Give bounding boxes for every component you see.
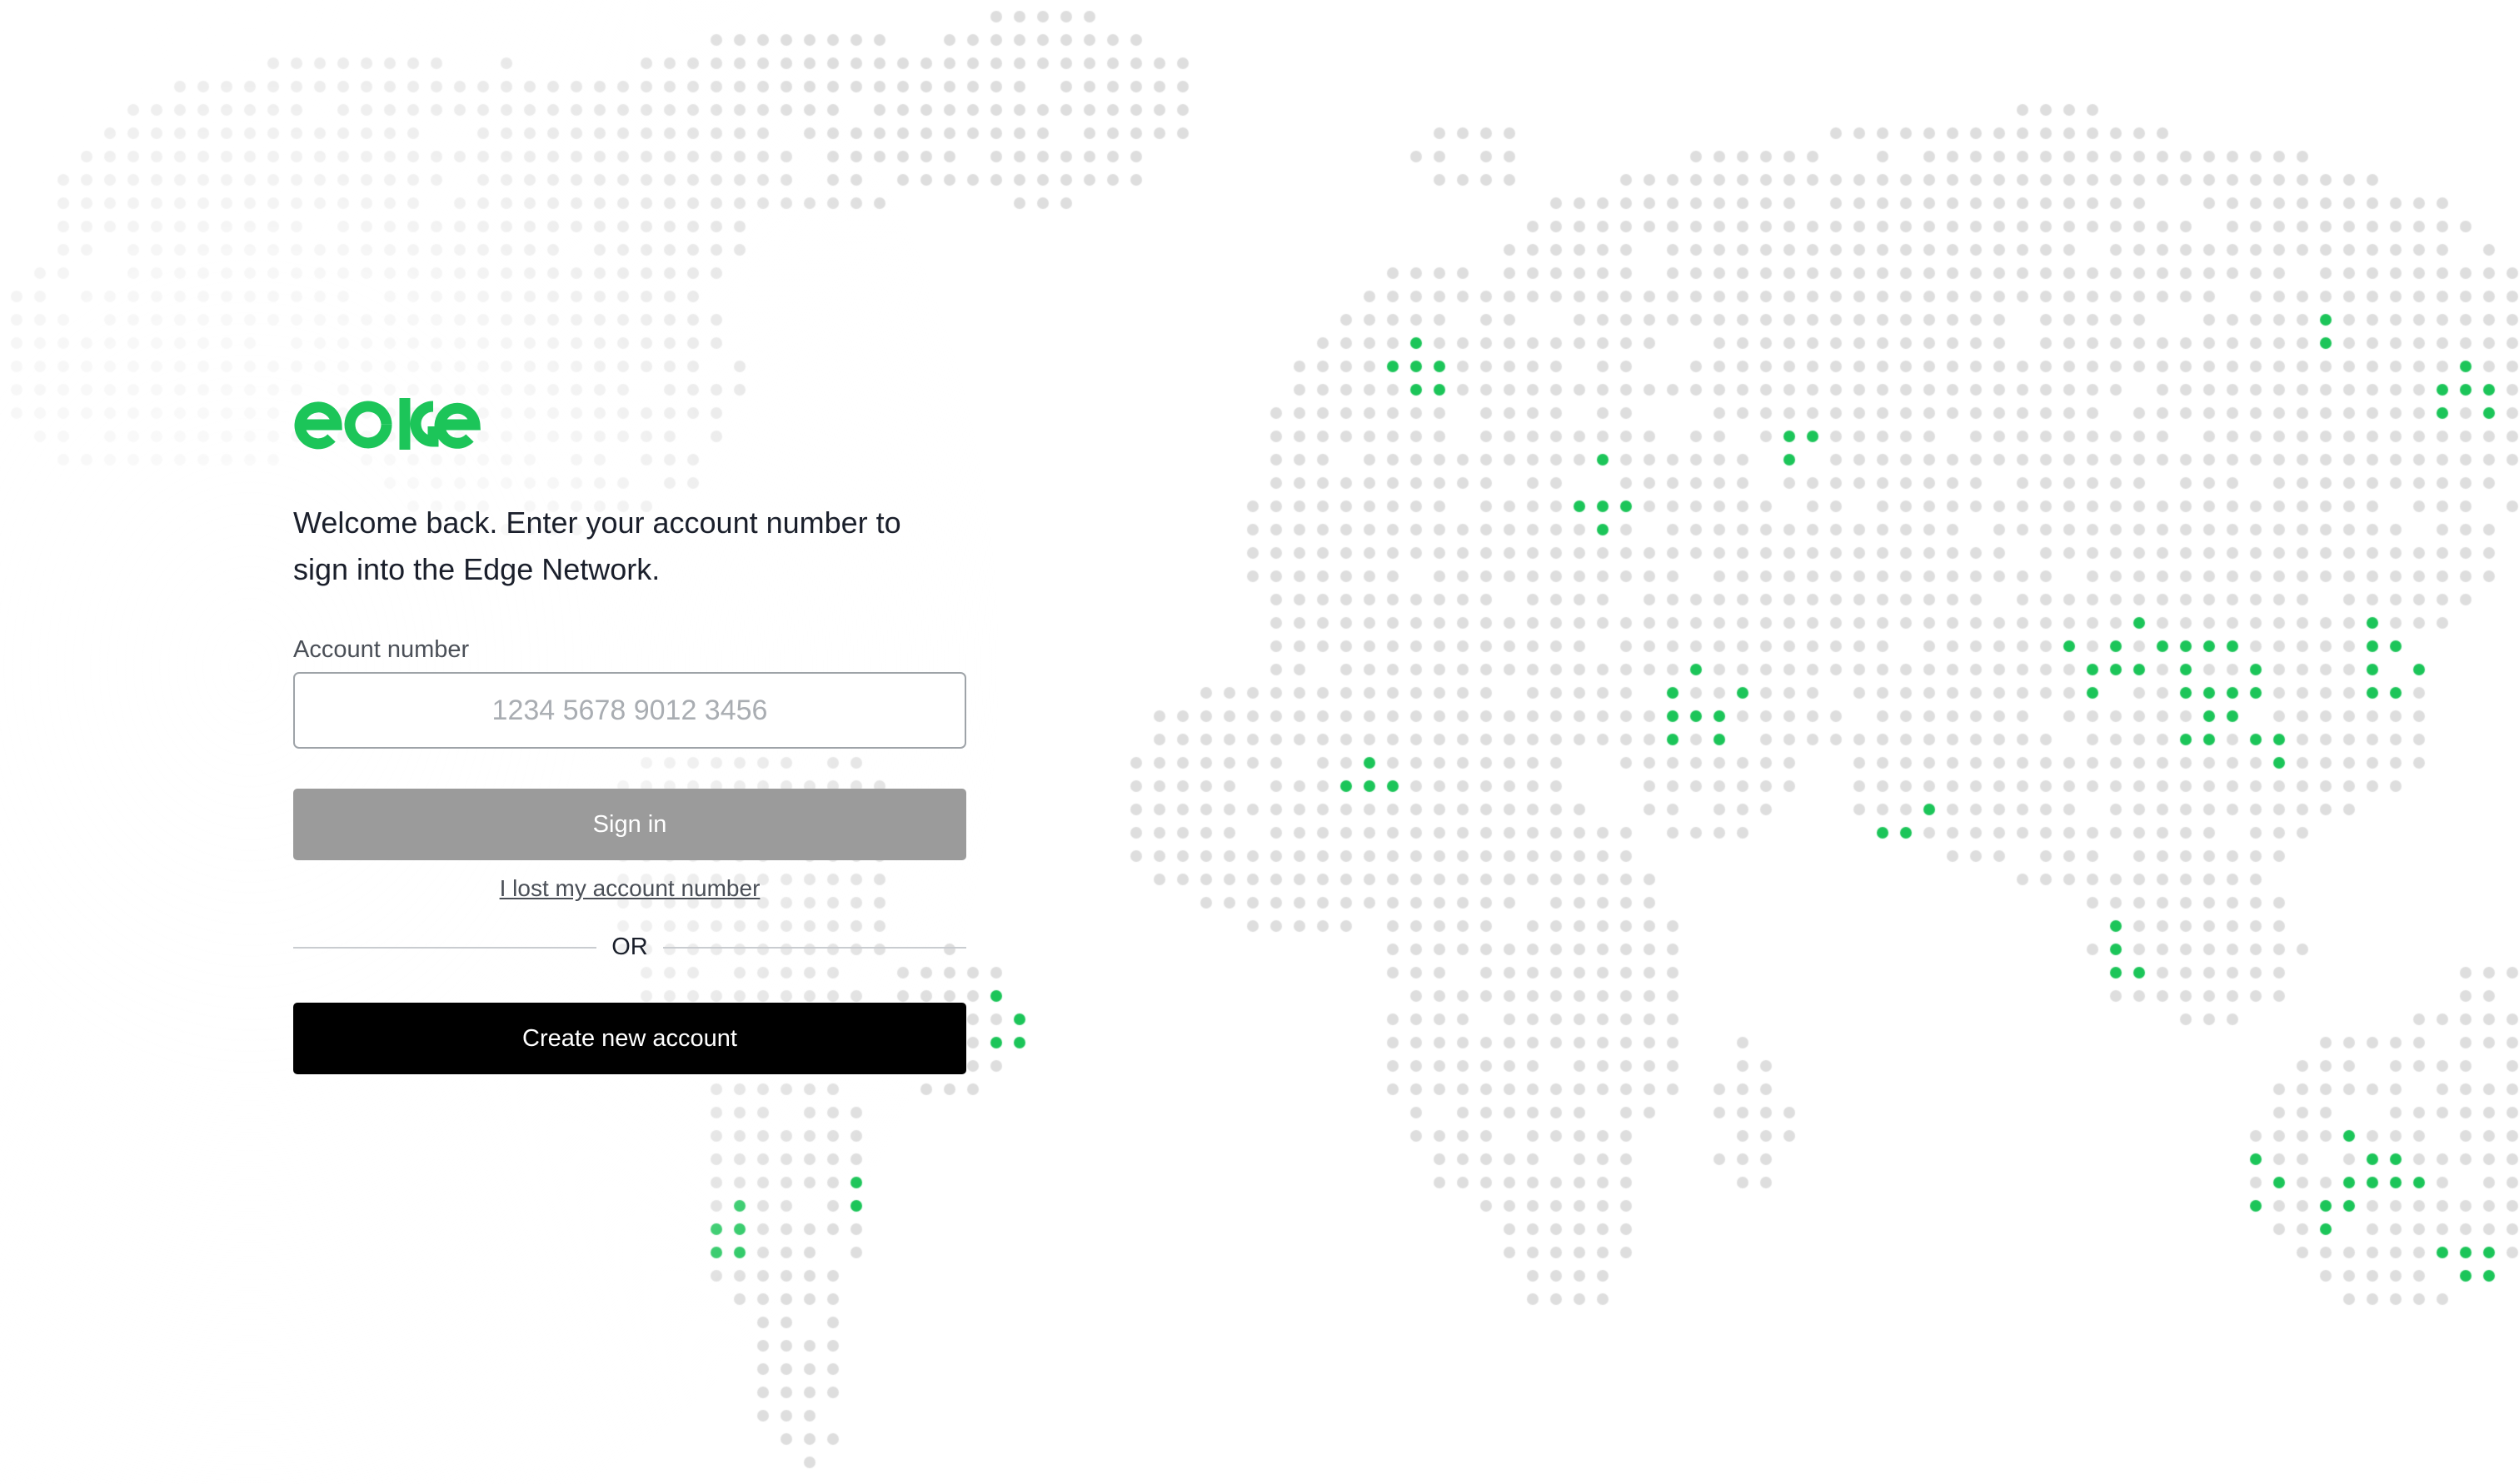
divider-line-right (662, 946, 966, 949)
or-label: OR (611, 934, 648, 960)
create-account-button[interactable]: Create new account (293, 1003, 966, 1074)
lost-account-number-link[interactable]: I lost my account number (500, 875, 761, 901)
edge-logo (294, 398, 481, 450)
lost-account-row: I lost my account number (293, 875, 966, 902)
sign-in-button[interactable]: Sign in (293, 789, 966, 860)
account-number-input[interactable] (293, 672, 966, 749)
divider-line-left (293, 946, 597, 949)
welcome-message: Welcome back. Enter your account number … (293, 505, 901, 586)
or-divider: OR (293, 934, 966, 961)
account-number-label: Account number (293, 636, 470, 663)
login-panel: Welcome back. Enter your account number … (293, 391, 966, 1074)
